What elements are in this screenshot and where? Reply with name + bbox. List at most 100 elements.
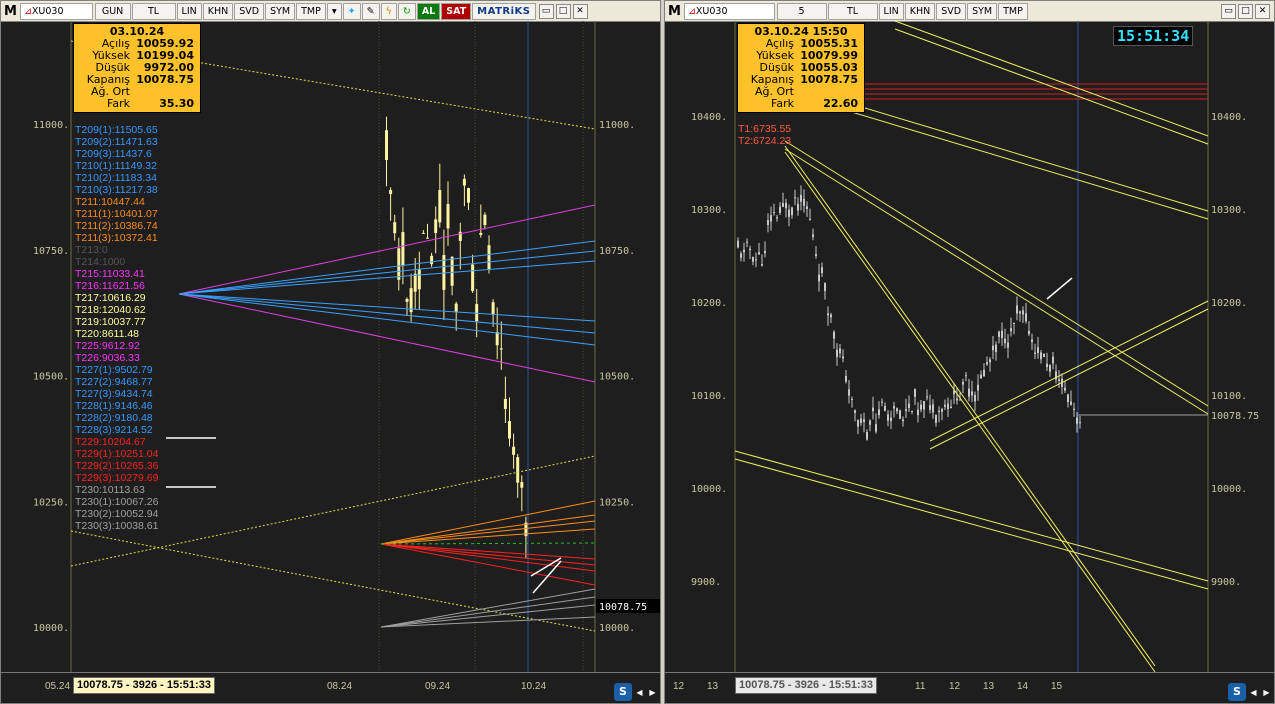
y-tick-label: 9900. (1211, 577, 1241, 588)
candle-body (887, 414, 889, 421)
y-tick-label: 11000. (599, 120, 635, 131)
y-tick-label: 10000. (691, 484, 727, 495)
right-price-chart[interactable]: 10400. 10400. 10300. 10300. 10200. 10200. 1010… (665, 21, 1274, 673)
candle-body (438, 190, 442, 223)
trendline-label: T211(1):10401.07 (75, 208, 158, 220)
candle-body (965, 375, 967, 377)
minimize-button[interactable]: ▭ (1221, 3, 1236, 19)
trendline-label: T225:9612.92 (75, 340, 140, 352)
candle-body (520, 482, 524, 488)
candle-body (773, 212, 775, 214)
candle-body (839, 348, 841, 354)
pen-icon[interactable]: ✎ (361, 2, 380, 20)
y-tick-label: 10400. (1211, 112, 1247, 123)
svd-button[interactable]: SVD (936, 2, 967, 20)
candle-body (863, 419, 865, 423)
fan-line (380, 542, 596, 545)
candle-body (462, 178, 466, 186)
fan-line (178, 250, 596, 295)
diff-value: 35.30 (159, 97, 194, 110)
candle-body (860, 418, 862, 423)
candle-body (776, 217, 778, 219)
scroll-left-icon[interactable]: ◀ (1248, 686, 1259, 698)
candle-body (475, 304, 479, 322)
y-tick-label: 10200. (691, 298, 727, 309)
symbol-selector[interactable]: ⊿ XU030 (683, 2, 775, 20)
fan-line (178, 293, 596, 334)
period-button[interactable]: 5 (776, 2, 827, 20)
candle-body (755, 259, 757, 261)
currency-button[interactable]: TL (827, 2, 878, 20)
candle-body (1070, 401, 1072, 405)
fan-line (380, 520, 596, 545)
candle-body (1007, 342, 1009, 348)
candle-body (1049, 365, 1051, 372)
diff-value: 22.60 (823, 97, 858, 110)
scroll-sync-icon[interactable]: S (1228, 683, 1246, 701)
close-button[interactable]: ✕ (572, 3, 588, 19)
flash-icon[interactable]: ϟ (380, 2, 397, 20)
candle-body (905, 409, 907, 411)
candle-body (989, 359, 991, 363)
scroll-right-icon[interactable]: ▶ (647, 686, 658, 698)
candle-body (902, 419, 904, 422)
maximize-button[interactable]: □ (1238, 3, 1253, 19)
candle-body (1037, 347, 1039, 354)
candle-body (971, 391, 973, 396)
trend-line (734, 450, 1209, 582)
candle-body (812, 234, 814, 238)
y-tick-label: 11000. (33, 120, 69, 131)
svd-button[interactable]: SVD (234, 2, 265, 20)
trendline-label: T1:6735.55 (738, 123, 792, 135)
currency-button[interactable]: TL (131, 2, 176, 20)
maximize-button[interactable]: □ (555, 3, 571, 19)
trendline-label: T209(1):11505.65 (75, 124, 158, 136)
scroll-left-icon[interactable]: ◀ (634, 686, 645, 698)
khn-button[interactable]: KHN (202, 2, 234, 20)
x-label: 10.24 (521, 681, 547, 692)
period-button[interactable]: GUN (94, 2, 131, 20)
twitter-icon[interactable]: ✦ (342, 2, 361, 20)
left-status-readout: 10078.75 - 3926 - 15:51:33 (73, 677, 215, 694)
candle-body (917, 409, 919, 416)
left-trendline-list: T209(1):11505.65 T209(2):11471.63 T209(3):… (75, 124, 158, 532)
close-button[interactable]: ✕ (1255, 3, 1270, 19)
sell-button[interactable]: SAT (441, 2, 472, 20)
candle-body (434, 219, 438, 234)
tmp-button[interactable]: TMP (296, 2, 326, 20)
candle-body (770, 215, 772, 222)
candle-body (806, 206, 808, 209)
candle-body (974, 394, 976, 402)
candle-body (842, 356, 844, 359)
symbol-selector[interactable]: ⊿ XU030 (19, 2, 93, 20)
trend-line (784, 140, 1209, 407)
x-label: 08.24 (327, 681, 353, 692)
refresh-icon[interactable]: ↻ (397, 2, 416, 20)
candle-body (914, 389, 916, 397)
candle-body (1073, 408, 1075, 410)
khn-button[interactable]: KHN (904, 2, 936, 20)
right-status-readout: 10078.75 - 3926 - 15:51:33 (735, 677, 877, 694)
sym-button[interactable]: SYM (967, 2, 998, 20)
candle-body (926, 396, 928, 398)
scroll-sync-icon[interactable]: S (614, 683, 632, 701)
scroll-right-icon[interactable]: ▶ (1261, 686, 1272, 698)
candle-body (872, 407, 874, 412)
lin-button[interactable]: LIN (176, 2, 202, 20)
x-label: 12 (673, 681, 685, 692)
candle-body (980, 374, 982, 379)
candle-body (508, 421, 511, 439)
candle-body (761, 264, 763, 266)
tmp-button[interactable]: TMP (998, 2, 1028, 20)
trendline-label: T210(3):11217.38 (75, 184, 158, 196)
diff-label: Fark (107, 97, 130, 110)
dropdown-arrow-icon[interactable]: ▾ (326, 2, 342, 20)
candle-body (857, 420, 859, 427)
candle-body (983, 369, 985, 377)
lin-button[interactable]: LIN (878, 2, 904, 20)
buy-button[interactable]: AL (416, 2, 441, 20)
minimize-button[interactable]: ▭ (538, 3, 554, 19)
trendline-label: T230(3):10038.61 (75, 520, 159, 532)
sym-button[interactable]: SYM (265, 2, 296, 20)
right-bottom-bar: 12 13 10078.75 - 3926 - 15:51:33 11 12 1… (665, 672, 1274, 703)
